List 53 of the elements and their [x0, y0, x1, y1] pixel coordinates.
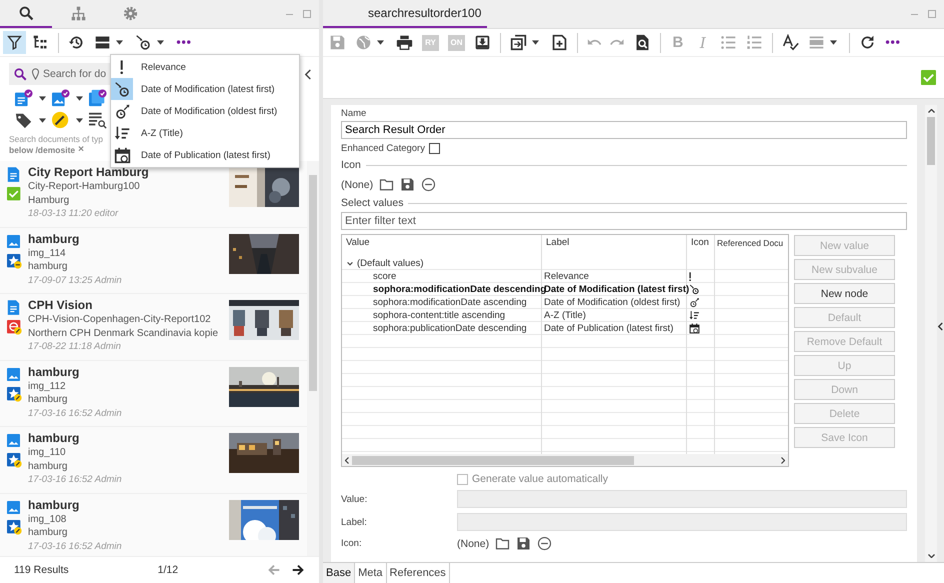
- table-cell-text: Relevance: [543, 271, 590, 282]
- menu-label: Date of Modification (latest first): [141, 84, 275, 94]
- menu-label: Relevance: [141, 62, 186, 72]
- result-name: img_114: [28, 246, 67, 260]
- filter-summary: Search documents of typ: [9, 134, 104, 144]
- result-name: img_112: [28, 380, 67, 393]
- result-title: hamburg: [28, 232, 80, 246]
- result-subtitle: hamburg: [28, 526, 68, 540]
- result-subtitle: Hamburg: [28, 194, 70, 207]
- table-cell-text: Date of Publication (latest first): [543, 323, 674, 334]
- result-title: City Report Hamburg: [28, 165, 150, 180]
- table-cell-text: sophora:publicationDate descending: [372, 323, 528, 334]
- result-meta: 17-08-22 11:18 Admin: [28, 340, 122, 353]
- result-name: CPH-Vision-Copenhagen-City-Report102: [28, 313, 212, 326]
- section-title: Icon: [341, 159, 361, 171]
- group-label: (Default values): [357, 258, 424, 269]
- result-subtitle: hamburg: [28, 460, 68, 473]
- menu-label: Date of Publication (latest first): [141, 150, 270, 160]
- page-indicator: 1/12: [158, 564, 178, 576]
- result-meta: 18-03-13 11:20 editor: [28, 207, 120, 220]
- field-label: Icon:: [341, 538, 363, 549]
- field-label: Enhanced Category: [341, 143, 425, 154]
- table-cell-text: Date of Modification (oldest first): [543, 297, 682, 308]
- checkbox-label: Generate value automatically: [472, 473, 608, 485]
- section-title: Select values: [341, 197, 404, 209]
- menu-label: Date of Modification (oldest first): [141, 106, 278, 116]
- result-subtitle: hamburg: [28, 260, 68, 274]
- field-label: Name: [341, 108, 368, 119]
- result-title: CPH Vision: [28, 298, 94, 313]
- table-cell-text: A-Z (Title): [543, 310, 587, 321]
- table-cell-text: sophora-content:title ascending: [372, 310, 506, 321]
- result-title: hamburg: [28, 431, 80, 446]
- table-cell-text: score: [372, 271, 398, 282]
- table-cell-text: sophora:modificationDate ascending: [372, 297, 528, 308]
- field-label: Value:: [341, 494, 368, 504]
- result-meta: 17-03-16 16:52 Admin: [28, 473, 123, 486]
- result-subtitle: hamburg: [28, 393, 68, 406]
- result-title: hamburg: [28, 364, 80, 380]
- icon-value: (None): [457, 538, 490, 550]
- menu-label: A-Z (Title): [141, 128, 183, 138]
- result-name: img_108: [28, 512, 68, 526]
- result-meta: 17-03-16 16:52 Admin: [28, 540, 123, 552]
- result-meta: 17-09-07 13:25 Admin: [28, 274, 123, 286]
- result-subtitle: Northern CPH Denmark Scandinavia kopie: [28, 326, 220, 340]
- result-title: hamburg: [28, 498, 80, 512]
- result-meta: 17-03-16 16:52 Admin: [28, 406, 123, 420]
- result-name: img_110: [28, 446, 67, 460]
- result-count: 119 Results: [14, 564, 69, 576]
- icon-value: (None): [341, 178, 374, 190]
- field-label: Label:: [341, 516, 368, 528]
- result-name: City-Report-Hamburg100: [28, 180, 141, 194]
- tab-title: searchresultorder100: [368, 6, 482, 20]
- path-filter: below /demosite: [9, 144, 76, 154]
